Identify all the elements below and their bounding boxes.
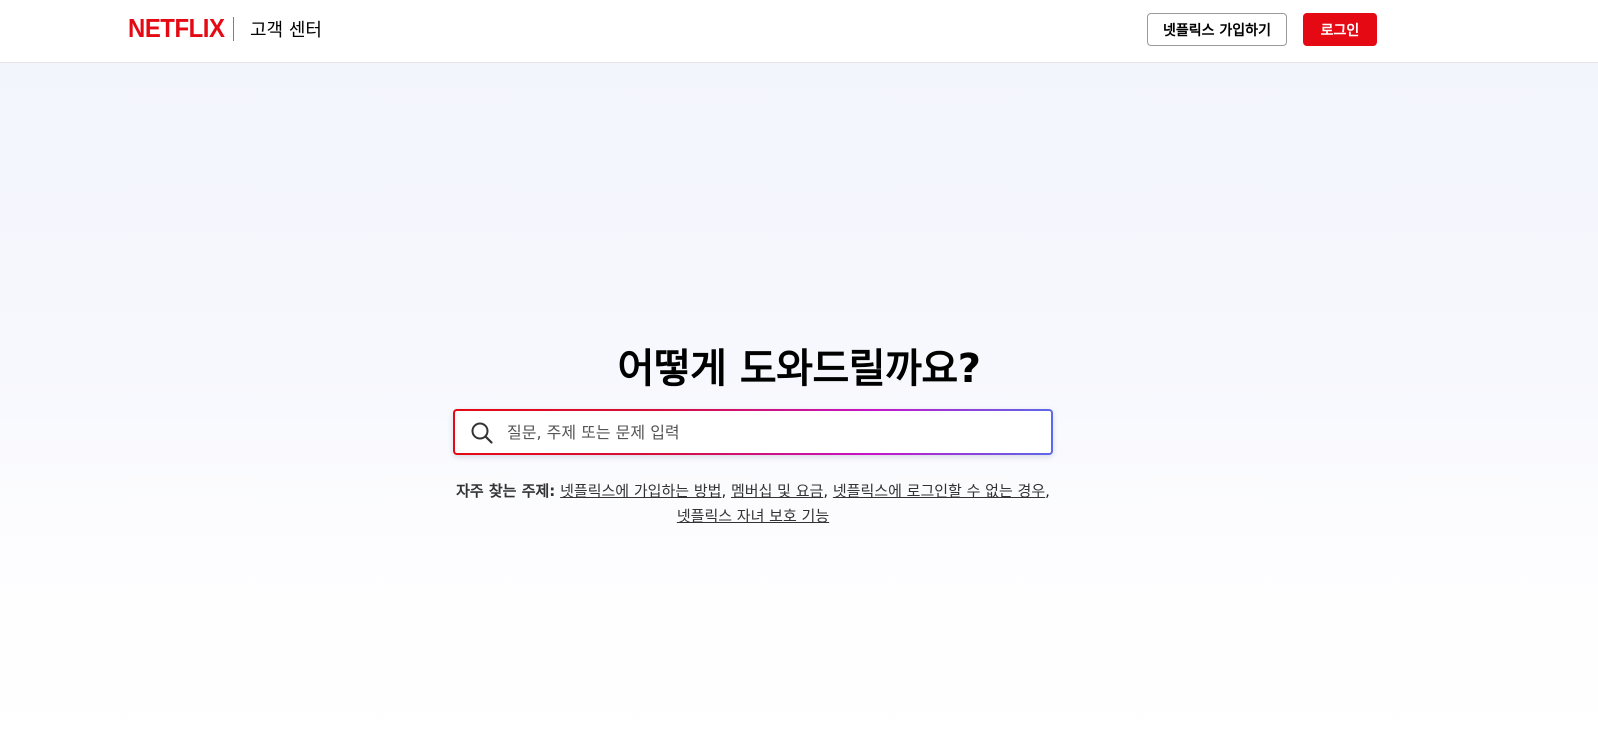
topic-link-cannot-login[interactable]: 넷플릭스에 로그인할 수 없는 경우 [833,482,1045,500]
search-input[interactable] [507,411,1037,453]
hero-section [0,63,1598,752]
topic-link-signup[interactable]: 넷플릭스에 가입하는 방법 [560,482,721,500]
topic-separator: , [823,482,833,500]
search-box[interactable] [453,409,1053,455]
netflix-logo[interactable]: NETFLIX [128,13,225,44]
help-center-title[interactable]: 고객 센터 [250,16,322,42]
page-title: 어떻게 도와드릴까요? [617,346,981,392]
signup-button[interactable]: 넷플릭스 가입하기 [1147,13,1287,46]
popular-topics: 자주 찾는 주제: 넷플릭스에 가입하는 방법, 멤버십 및 요금, 넷플릭스에… [453,479,1053,529]
header: NETFLIX 고객 센터 넷플릭스 가입하기 로그인 [0,0,1598,63]
search-box-inner [455,411,1051,453]
topic-link-parental-controls[interactable]: 넷플릭스 자녀 보호 기능 [677,507,829,525]
popular-topics-label: 자주 찾는 주제: [456,482,556,500]
search-icon [471,422,493,444]
header-divider [233,17,234,41]
topic-separator: , [721,482,731,500]
topic-separator: , [1045,482,1050,500]
topic-link-plans-pricing[interactable]: 멤버십 및 요금 [731,482,823,500]
login-button[interactable]: 로그인 [1303,13,1377,46]
